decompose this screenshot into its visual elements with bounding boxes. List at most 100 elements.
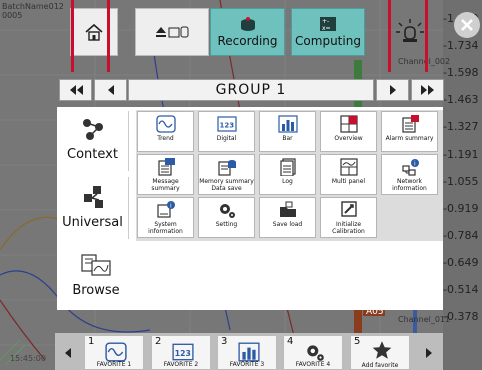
tile-system-information[interactable]: i System information <box>137 197 194 238</box>
scale-label: -0.378 <box>443 310 479 324</box>
tile-multi-panel[interactable]: Multi panel <box>320 154 377 195</box>
eject-sd-icon <box>156 26 189 38</box>
batch-name: BatchName012 <box>2 2 64 11</box>
tile-save-load-label: Save load <box>272 221 303 228</box>
close-button[interactable] <box>454 12 480 38</box>
save-load-icon <box>279 201 296 217</box>
overview-icon <box>339 115 358 133</box>
favorite-1-label: FAVORITE 1 <box>96 361 132 368</box>
category-universal[interactable]: Universal <box>57 177 129 239</box>
scale-label: -0.649 <box>443 255 479 269</box>
tile-trend[interactable]: Trend <box>137 111 194 152</box>
tile-log-label: Log <box>282 178 293 185</box>
tile-network-information[interactable]: i Network information <box>381 154 438 195</box>
favorite-slot-2[interactable]: 2 123 FAVORITE 2 <box>151 335 211 370</box>
tile-message-summary-label: Message summary <box>151 178 180 192</box>
scale-label: -1.734 <box>443 39 479 53</box>
tile-alarm-summary[interactable]: Alarm summary <box>381 111 438 152</box>
favorite-1-number: 1 <box>88 336 95 347</box>
system-info-icon: i <box>156 201 175 218</box>
trend-icon <box>155 115 176 133</box>
favorite-2-number: 2 <box>155 336 162 347</box>
time-label: 15:45:00 <box>10 354 46 363</box>
favorite-2-badge: 123 <box>175 349 191 358</box>
batch-number: 0005 <box>2 11 23 20</box>
screen: BatchName012 0005 15:45:00 Channel_002 C… <box>0 0 482 370</box>
last-group-button[interactable] <box>411 79 444 101</box>
tile-network-information-label: Network information <box>392 178 427 192</box>
group-label: GROUP 1 <box>215 82 287 98</box>
eject-media-button[interactable] <box>135 8 209 56</box>
tile-log[interactable]: Log <box>259 154 316 195</box>
network-info-icon: i <box>401 159 419 176</box>
tile-setting-label: Setting <box>215 221 238 228</box>
scale-label: -0.919 <box>443 201 479 215</box>
guide-line-3 <box>388 0 391 72</box>
double-left-arrow-icon <box>69 85 83 95</box>
computing-label: Computing <box>295 34 361 48</box>
tile-save-load[interactable]: Save load <box>259 197 316 238</box>
browse-menu-grid: Trend 123 Digital Bar Overview Alarm sum… <box>136 110 443 241</box>
tile-initialize-calibration[interactable]: Initialize Calibration <box>320 197 377 238</box>
left-arrow-icon <box>107 85 114 95</box>
universal-icon <box>83 186 103 208</box>
double-right-arrow-icon <box>420 85 434 95</box>
favorite-slot-4[interactable]: 4 FAVORITE 4 <box>283 335 343 370</box>
tile-setting[interactable]: Setting <box>198 197 255 238</box>
scale-label: -1.463 <box>443 93 479 107</box>
category-browse-label: Browse <box>72 283 120 298</box>
right-arrow-icon <box>389 85 396 95</box>
alarm-summary-icon <box>401 115 419 133</box>
category-context[interactable]: Context <box>57 111 129 171</box>
first-group-button[interactable] <box>59 79 92 101</box>
recording-icon <box>240 17 255 31</box>
recording-button[interactable]: Recording <box>210 8 285 56</box>
favorite-slot-1[interactable]: 1 FAVORITE 1 <box>84 335 144 370</box>
scale-label: -0.514 <box>443 283 479 296</box>
group-selector[interactable]: GROUP 1 <box>128 79 374 101</box>
tile-system-information-label: System information <box>148 221 183 235</box>
category-browse[interactable]: Browse <box>57 245 135 307</box>
home-button[interactable] <box>70 8 118 56</box>
left-arrow-icon <box>65 347 71 358</box>
scale-label: -1.191 <box>443 147 479 161</box>
alarm-light-icon <box>396 19 424 42</box>
computing-icon: +-x= <box>320 17 336 32</box>
trend-icon <box>105 342 127 362</box>
scale-label: -0.784 <box>443 228 479 242</box>
favorite-slot-5[interactable]: 5 Add favorite <box>350 335 410 370</box>
star-icon <box>372 341 392 359</box>
tile-message-summary[interactable]: Message summary <box>137 154 194 195</box>
favorites-prev-button[interactable] <box>57 335 79 370</box>
message-summary-icon <box>157 158 175 176</box>
menu-panel: Context Universal Browse Trend 123 Digit… <box>57 107 443 310</box>
favorite-3-number: 3 <box>221 336 228 347</box>
next-group-button[interactable] <box>376 79 409 101</box>
tile-digital[interactable]: 123 Digital <box>198 111 255 152</box>
tile-overview[interactable]: Overview <box>320 111 377 152</box>
favorite-5-number: 5 <box>354 336 361 347</box>
digital-icon: 123 <box>216 116 237 132</box>
digital-badge: 123 <box>219 122 234 130</box>
favorites-next-button[interactable] <box>418 335 440 370</box>
setting-icon <box>307 345 324 361</box>
favorite-3-label: FAVORITE 3 <box>229 361 265 368</box>
tile-initialize-calibration-label: Initialize Calibration <box>332 221 365 235</box>
tile-memory-summary-label: Memory summary Data save <box>199 178 254 192</box>
computing-button[interactable]: +- x= Computing <box>291 8 365 56</box>
tile-bar[interactable]: Bar <box>259 111 316 152</box>
close-icon <box>461 19 473 31</box>
tile-memory-summary[interactable]: Memory summary Data save <box>198 154 255 195</box>
tile-bar-label: Bar <box>282 135 293 142</box>
previous-group-button[interactable] <box>94 79 127 101</box>
guide-line-4 <box>425 0 428 72</box>
svg-text:x=: x= <box>322 25 331 32</box>
favorite-slot-3[interactable]: 3 FAVORITE 3 <box>217 335 277 370</box>
tile-multi-panel-label: Multi panel <box>331 178 366 185</box>
scale-label: -1.327 <box>443 120 479 134</box>
svg-text:+-: +- <box>322 18 329 25</box>
tile-trend-label: Trend <box>157 135 174 142</box>
category-universal-label: Universal <box>62 215 123 230</box>
category-context-label: Context <box>67 147 118 162</box>
alarm-light-button[interactable] <box>390 8 430 56</box>
